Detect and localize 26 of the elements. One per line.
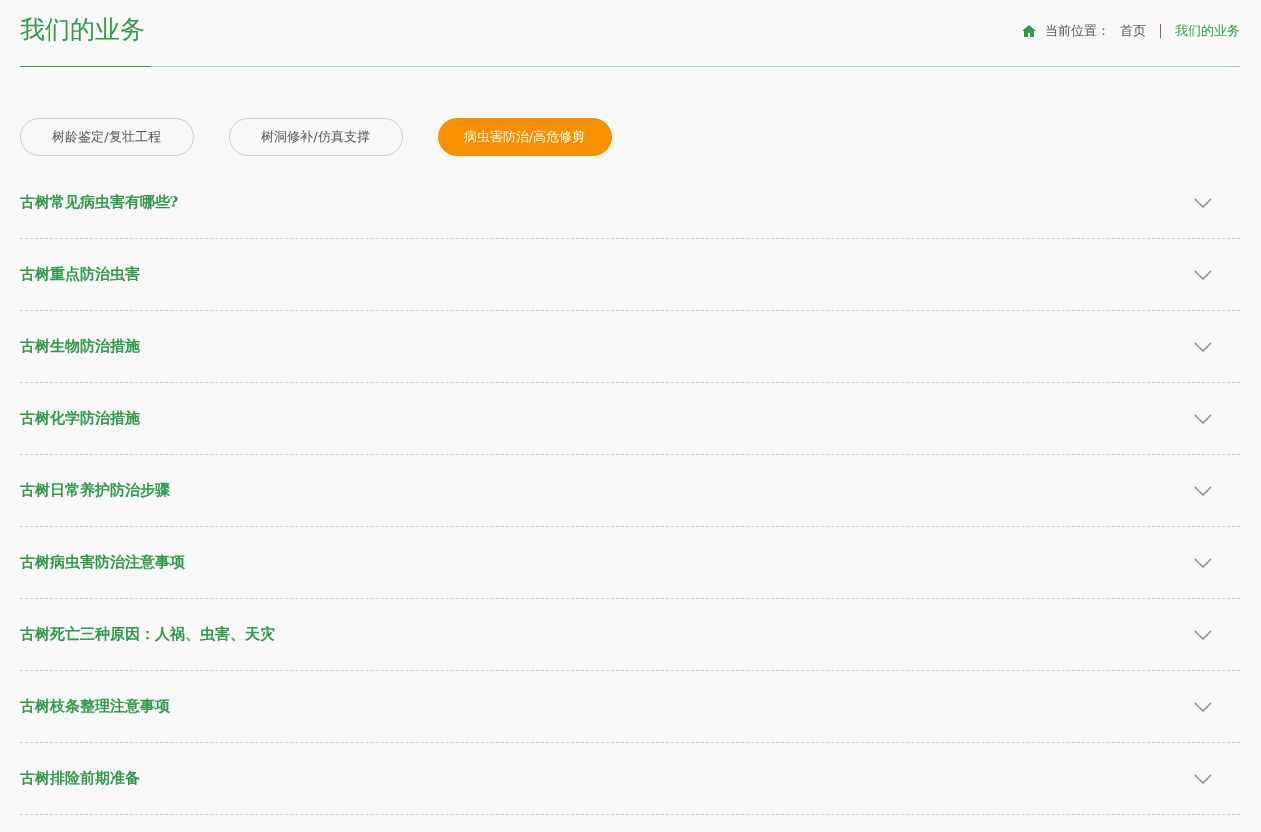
chevron-icon[interactable] xyxy=(1193,557,1212,568)
faq-question[interactable]: 古树重点防治虫害 xyxy=(19,265,140,284)
breadcrumb-label: 当前位置： xyxy=(1044,22,1110,40)
chevron-icon[interactable] xyxy=(1193,341,1212,352)
breadcrumb-link[interactable]: 首页 xyxy=(1119,22,1146,40)
chevron-icon[interactable] xyxy=(1193,701,1212,712)
breadcrumb-link[interactable]: 我们的业务 xyxy=(1174,22,1240,40)
chevron-icon[interactable] xyxy=(1193,269,1212,280)
faq-question[interactable]: 古树死亡三种原因：人祸、虫害、天灾 xyxy=(19,625,275,644)
faq-question[interactable]: 古树枝条整理注意事项 xyxy=(19,697,170,716)
category-tab[interactable]: 病虫害防治/高危修剪 xyxy=(437,118,612,156)
faq-question[interactable]: 古树常见病虫害有哪些? xyxy=(19,193,179,212)
category-tab[interactable]: 树洞修补/仿真支撑 xyxy=(228,118,403,156)
chevron-icon[interactable] xyxy=(1193,773,1212,784)
faq-question[interactable]: 古树病虫害防治注意事项 xyxy=(19,553,185,572)
faq-question[interactable]: 古树化学防治措施 xyxy=(19,409,140,428)
home-icon xyxy=(1021,25,1036,37)
chevron-icon[interactable] xyxy=(1193,629,1212,640)
faq-question[interactable]: 古树生物防治措施 xyxy=(19,337,140,356)
faq-question[interactable]: 古树排险前期准备 xyxy=(19,769,140,788)
chevron-icon[interactable] xyxy=(1193,485,1212,496)
category-tab[interactable]: 树龄鉴定/复壮工程 xyxy=(19,118,194,156)
page-title: 我们的业务 xyxy=(19,14,145,46)
faq-question[interactable]: 古树日常养护防治步骤 xyxy=(19,481,170,500)
chevron-icon[interactable] xyxy=(1193,197,1212,208)
chevron-icon[interactable] xyxy=(1193,413,1212,424)
